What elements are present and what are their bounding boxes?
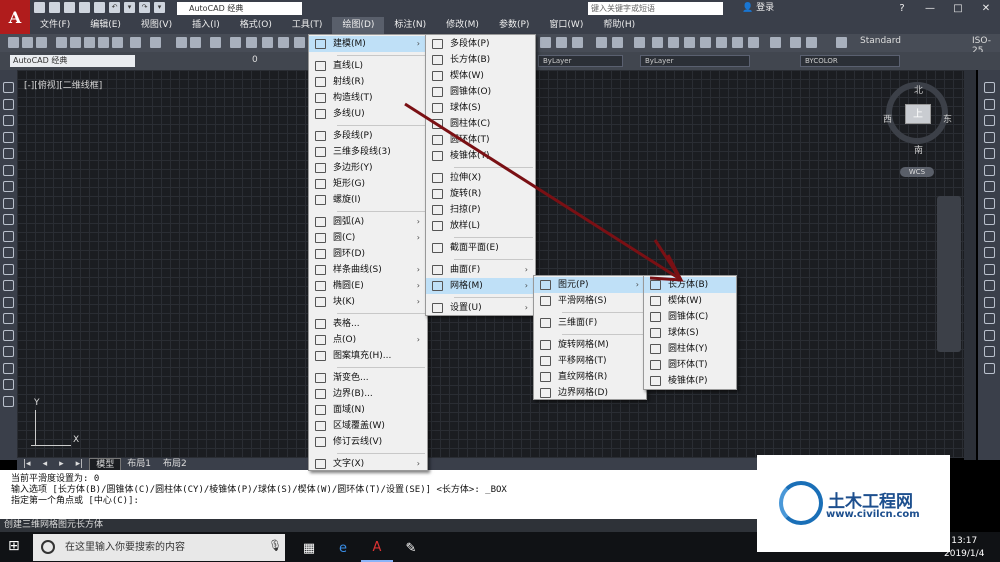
- draw-tool-icon[interactable]: [3, 296, 14, 308]
- modify-tool-icon[interactable]: [984, 214, 995, 225]
- modify-tool-icon[interactable]: [984, 115, 995, 126]
- modify-tool-icon[interactable]: [984, 296, 995, 308]
- draw-tool-icon[interactable]: [3, 164, 14, 176]
- modify-tool-icon[interactable]: [984, 247, 995, 258]
- draw-tool-icon[interactable]: [3, 263, 14, 275]
- modify-tool-icon[interactable]: [984, 148, 995, 159]
- draw-tool-icon[interactable]: [3, 98, 14, 110]
- modify-tool-icon[interactable]: [984, 181, 995, 192]
- draw-tool-icon[interactable]: [3, 329, 14, 341]
- draw-tool-icon[interactable]: [3, 362, 14, 374]
- draw-tool-icon[interactable]: [3, 82, 14, 93]
- modify-tool-icon[interactable]: [984, 362, 995, 374]
- modify-tool-icon[interactable]: [984, 131, 995, 143]
- modify-tool-icon[interactable]: [984, 98, 995, 110]
- draw-tool-icon[interactable]: [3, 230, 14, 242]
- draw-tool-icon[interactable]: [3, 131, 14, 143]
- modify-tool-icon[interactable]: [984, 346, 995, 357]
- draw-tool-icon[interactable]: [3, 115, 14, 126]
- modify-tool-icon[interactable]: [984, 263, 995, 275]
- draw-tool-icon[interactable]: [3, 247, 14, 258]
- modify-tool-icon[interactable]: [984, 82, 995, 93]
- modify-tool-icon[interactable]: [984, 313, 995, 324]
- draw-tool-icon[interactable]: [3, 181, 14, 192]
- modify-tool-icon[interactable]: [984, 329, 995, 341]
- draw-tool-icon[interactable]: [3, 313, 14, 324]
- modify-tool-icon[interactable]: [984, 197, 995, 209]
- modify-tool-icon[interactable]: [984, 230, 995, 242]
- annotation-arrow: [404, 102, 684, 282]
- modify-tool-icon[interactable]: [984, 280, 995, 291]
- draw-tool-icon[interactable]: [3, 346, 14, 357]
- draw-tool-icon[interactable]: [3, 148, 14, 159]
- modify-tool-icon[interactable]: [984, 164, 995, 176]
- draw-tool-icon[interactable]: [3, 280, 14, 291]
- draw-tool-icon[interactable]: [3, 395, 14, 407]
- draw-tool-icon[interactable]: [3, 197, 14, 209]
- draw-tool-icon[interactable]: [3, 214, 14, 225]
- draw-tool-icon[interactable]: [3, 379, 14, 390]
